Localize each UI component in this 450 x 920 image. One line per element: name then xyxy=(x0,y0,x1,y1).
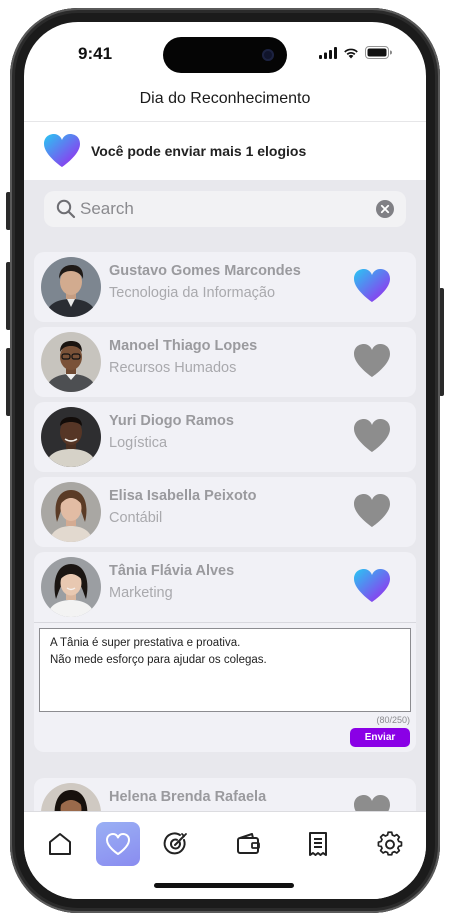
dynamic-island xyxy=(163,37,287,73)
avatar xyxy=(41,482,101,542)
heart-icon-selected[interactable] xyxy=(352,267,392,305)
compliments-remaining-bar: Você pode enviar mais 1 elogios xyxy=(24,122,426,180)
avatar xyxy=(41,557,101,617)
tab-goals[interactable] xyxy=(154,822,198,866)
person-name: Elisa Isabella Peixoto xyxy=(109,488,257,504)
search-icon xyxy=(56,199,76,219)
person-card-expanded[interactable]: Tânia Flávia Alves Marketing A Tânia é s… xyxy=(34,552,416,752)
avatar xyxy=(41,407,101,467)
person-name: Tânia Flávia Alves xyxy=(109,563,235,579)
character-count: (80/250) xyxy=(376,715,410,725)
tab-recognition[interactable] xyxy=(96,822,140,866)
search-bar xyxy=(44,191,406,227)
tab-wallet[interactable] xyxy=(226,822,270,866)
heart-icon[interactable] xyxy=(352,342,392,380)
compliment-textarea[interactable]: A Tânia é super prestativa e proativa. N… xyxy=(39,628,411,712)
camera-icon xyxy=(262,49,274,61)
person-card[interactable]: Helena Brenda Rafaela Rodrigues xyxy=(34,778,416,812)
compliment-composer: A Tânia é super prestativa e proativa. N… xyxy=(34,622,416,752)
search-input[interactable] xyxy=(80,191,380,227)
signal-icon xyxy=(319,46,337,59)
person-card[interactable]: Manoel Thiago Lopes Recursos Humados xyxy=(34,327,416,397)
page-title: Dia do Reconhecimento xyxy=(139,90,311,107)
person-name: Manoel Thiago Lopes xyxy=(109,338,258,354)
person-department: Recursos Humados xyxy=(109,360,237,376)
tab-settings[interactable] xyxy=(368,822,412,866)
person-name: Gustavo Gomes Marcondes xyxy=(109,263,301,279)
tab-bar xyxy=(24,811,426,899)
tab-home[interactable] xyxy=(38,822,82,866)
avatar xyxy=(41,332,101,392)
person-name: Yuri Diogo Ramos xyxy=(109,413,234,429)
person-department: Marketing xyxy=(109,585,173,601)
heart-icon[interactable] xyxy=(352,417,392,455)
status-time: 9:41 xyxy=(78,44,113,63)
person-department: Logística xyxy=(109,435,168,451)
wifi-icon xyxy=(344,48,358,58)
divider xyxy=(34,622,416,623)
status-bar: 9:41 xyxy=(24,22,426,82)
person-card[interactable]: Yuri Diogo Ramos Logística xyxy=(34,402,416,472)
compliments-remaining-text: Você pode enviar mais 1 elogios xyxy=(91,143,307,159)
avatar xyxy=(41,783,101,812)
people-list[interactable]: Gustavo Gomes Marcondes Tecnologia da In… xyxy=(24,180,426,812)
wallet-icon xyxy=(237,833,260,854)
heart-icon[interactable] xyxy=(352,492,392,530)
screen: 9:41 Dia do Reconhecimento Você pode env… xyxy=(24,22,426,899)
send-button[interactable]: Enviar xyxy=(350,728,410,747)
gear-icon xyxy=(377,831,403,856)
person-name: Helena Brenda Rafaela Rodrigues xyxy=(109,789,267,812)
heart-icon-selected[interactable] xyxy=(352,567,392,605)
person-card[interactable]: Elisa Isabella Peixoto Contábil xyxy=(34,477,416,547)
heart-icon[interactable] xyxy=(352,793,392,812)
target-icon xyxy=(163,832,187,855)
status-icons xyxy=(319,46,392,59)
battery-icon xyxy=(365,46,392,59)
tab-statement[interactable] xyxy=(296,822,340,866)
gradient-heart-icon xyxy=(44,134,80,167)
home-indicator xyxy=(154,883,294,888)
receipt-icon xyxy=(309,832,327,856)
home-icon xyxy=(49,833,71,855)
clear-search-icon[interactable] xyxy=(376,200,394,218)
person-card[interactable]: Gustavo Gomes Marcondes Tecnologia da In… xyxy=(34,252,416,322)
app-header: Dia do Reconhecimento xyxy=(24,82,426,122)
avatar xyxy=(41,257,101,317)
person-department: Contábil xyxy=(109,510,163,526)
person-department: Tecnologia da Informação xyxy=(109,285,276,301)
heart-icon xyxy=(106,833,130,855)
